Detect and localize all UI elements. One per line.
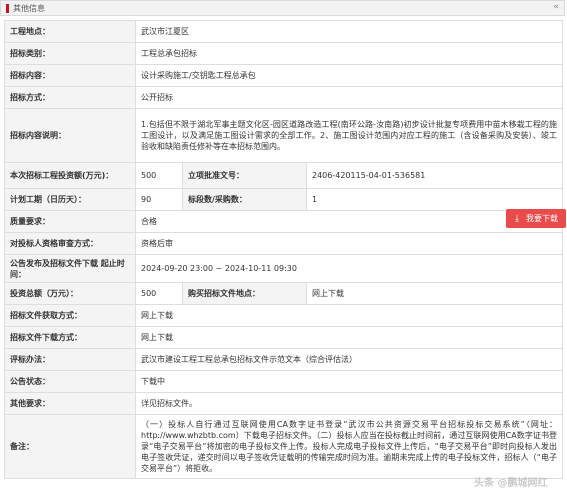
- purchase-loc-value: 网上下载: [305, 282, 564, 305]
- row-qualification: 对投标人资格审查方式： 资格后审: [4, 232, 564, 255]
- download-button[interactable]: ⤓ 我要下载: [506, 209, 566, 228]
- row-location: 工程地点： 武汉市江夏区: [4, 20, 564, 43]
- download-button-label: 我要下载: [526, 214, 558, 223]
- obtain-method-label: 招标文件获取方式：: [4, 304, 136, 327]
- collapse-chevron-icon[interactable]: «: [553, 2, 559, 12]
- purchase-loc-label: 购买招标文件地点：: [182, 282, 307, 305]
- status-value: 下载中: [134, 370, 564, 393]
- row-category: 招标类别： 工程总承包招标: [4, 42, 564, 65]
- row-total-invest: 投资总额（万元）： 500 购买招标文件地点： 网上下载: [4, 282, 564, 305]
- row-announce-time: 公告发布及招标文件下载 起止时间： 2024-09-20 23:00 ~ 202…: [4, 254, 564, 283]
- duration-label: 计划工期（日历天）：: [4, 188, 136, 211]
- category-label: 招标类别：: [4, 42, 136, 65]
- row-other: 其他要求： 详见招标文件。: [4, 392, 564, 415]
- evaluation-label: 评标办法：: [4, 348, 136, 371]
- other-label: 其他要求：: [4, 392, 136, 415]
- status-label: 公告状态：: [4, 370, 136, 393]
- row-remarks: 备注： （一）投标人自行通过互联网使用CA数字证书登录“武汉市公共资源交易平台招…: [4, 414, 564, 479]
- announce-time-value: 2024-09-20 23:00 ~ 2024-10-11 09:30: [134, 254, 564, 283]
- method-label: 招标方式：: [4, 86, 136, 109]
- sections-count-value: 1: [305, 188, 564, 211]
- row-method: 招标方式： 公开招标: [4, 86, 564, 109]
- approval-no-value: 2406-420115-04-01-536581: [305, 162, 564, 189]
- row-evaluation: 评标办法： 武汉市建设工程工程总承包招标文件示范文本（综合评估法）: [4, 348, 564, 371]
- remarks-label: 备注：: [4, 414, 136, 479]
- category-value: 工程总承包招标: [134, 42, 564, 65]
- section-accent-bar: [6, 4, 9, 13]
- investment-label: 本次招标工程投资额(万元)：: [4, 162, 136, 189]
- description-label: 招标内容说明：: [4, 108, 136, 163]
- row-duration: 计划工期（日历天）： 90 标段数/采购数： 1: [4, 188, 564, 211]
- description-value: 1.包括但不限于湖北军事主题文化区-园区道路改造工程(南环公路-汝南路)初步设计…: [134, 108, 564, 163]
- download-method-value: 网上下载: [134, 326, 564, 349]
- quality-label: 质量要求：: [4, 210, 136, 233]
- section-header: 其他信息 «: [0, 0, 565, 16]
- content-value: 设计采购施工/交钥匙工程总承包: [134, 64, 564, 87]
- remarks-value: （一）投标人自行通过互联网使用CA数字证书登录“武汉市公共资源交易平台招标投标交…: [134, 414, 564, 479]
- obtain-method-value: 网上下载: [134, 304, 564, 327]
- page: 其他信息 « 工程地点： 武汉市江夏区 招标类别： 工程总承包招标 招标内容： …: [0, 0, 567, 489]
- qualification-value: 资格后审: [134, 232, 564, 255]
- content-label: 招标内容：: [4, 64, 136, 87]
- download-method-label: 招标文件下载方式：: [4, 326, 136, 349]
- info-table: 工程地点： 武汉市江夏区 招标类别： 工程总承包招标 招标内容： 设计采购施工/…: [4, 20, 564, 479]
- row-status: 公告状态： 下载中: [4, 370, 564, 393]
- evaluation-value: 武汉市建设工程工程总承包招标文件示范文本（综合评估法）: [134, 348, 564, 371]
- section-title: 其他信息: [13, 4, 45, 13]
- duration-value: 90: [135, 188, 183, 211]
- method-value: 公开招标: [134, 86, 564, 109]
- total-invest-label: 投资总额（万元）：: [4, 282, 136, 305]
- quality-value: 合格: [134, 210, 564, 233]
- row-quality: 质量要求： 合格: [4, 210, 564, 233]
- row-content: 招标内容： 设计采购施工/交钥匙工程总承包: [4, 64, 564, 87]
- row-investment: 本次招标工程投资额(万元)： 500 立项批准文号： 2406-420115-0…: [4, 162, 564, 189]
- location-label: 工程地点：: [4, 20, 136, 43]
- sections-count-label: 标段数/采购数：: [182, 188, 307, 211]
- row-download-method: 招标文件下载方式： 网上下载: [4, 326, 564, 349]
- other-value: 详见招标文件。: [134, 392, 564, 415]
- row-description: 招标内容说明： 1.包括但不限于湖北军事主题文化区-园区道路改造工程(南环公路-…: [4, 108, 564, 163]
- watermark: 头条 @鹏城网红: [474, 478, 548, 489]
- total-invest-value: 500: [135, 282, 183, 305]
- qualification-label: 对投标人资格审查方式：: [4, 232, 136, 255]
- location-value: 武汉市江夏区: [134, 20, 564, 43]
- investment-value: 500: [135, 162, 183, 189]
- approval-no-label: 立项批准文号：: [182, 162, 307, 189]
- download-icon: ⤓: [515, 214, 519, 224]
- announce-time-label: 公告发布及招标文件下载 起止时间：: [4, 254, 136, 283]
- row-obtain-method: 招标文件获取方式： 网上下载: [4, 304, 564, 327]
